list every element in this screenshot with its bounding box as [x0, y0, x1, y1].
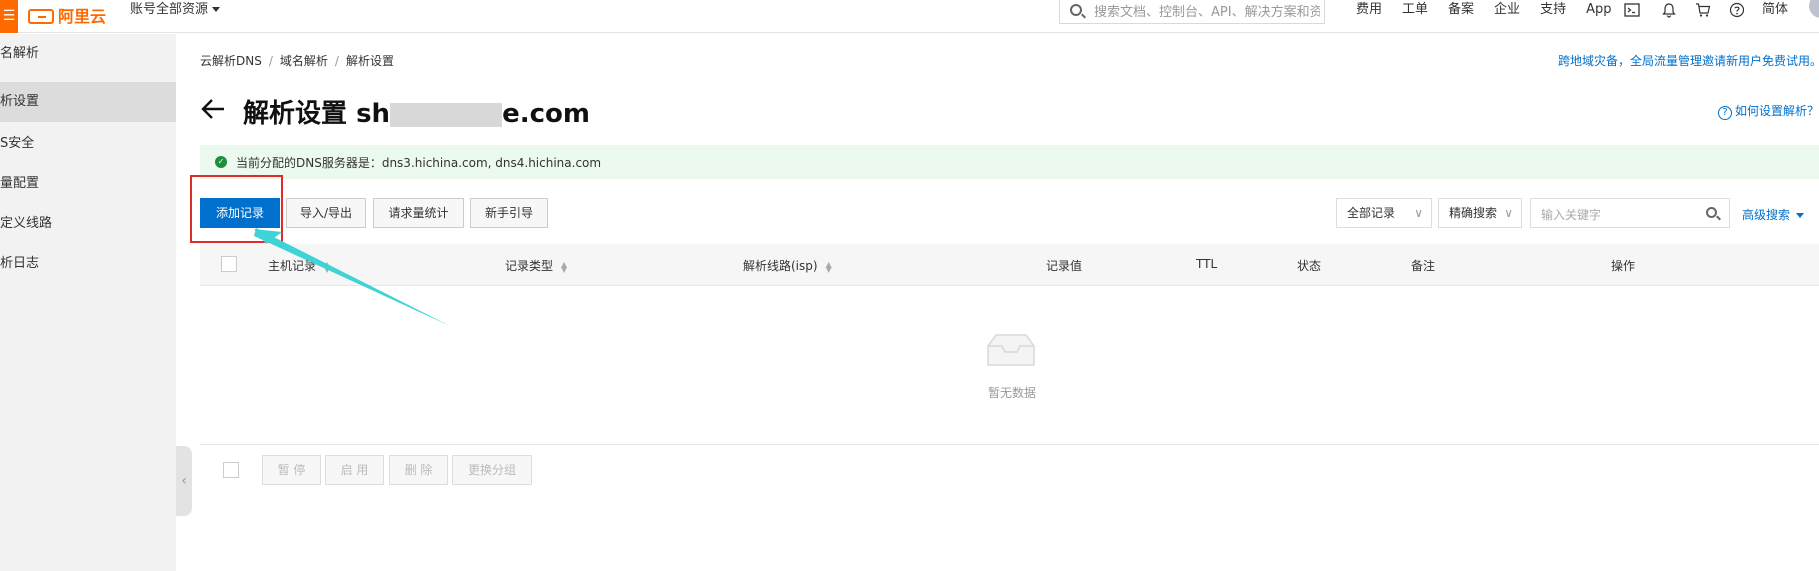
- breadcrumb-item: 解析设置: [345, 54, 394, 68]
- breadcrumb-separator: /: [334, 54, 339, 68]
- page-title: 解析设置 sh e.com: [243, 93, 590, 130]
- how-to-resolve-link[interactable]: ? 如何设置解析？: [1718, 102, 1819, 120]
- sidebar-item-label: 析设置: [0, 94, 40, 109]
- advanced-search-label: 高级搜索: [1742, 208, 1791, 222]
- divider: [200, 444, 1819, 445]
- help-icon[interactable]: [1729, 2, 1745, 18]
- sidebar-item-dns-security[interactable]: S安全: [0, 124, 176, 164]
- sidebar-item-label: S安全: [0, 136, 35, 151]
- pause-button[interactable]: 暂 停: [262, 455, 321, 485]
- bulk-select-checkbox[interactable]: [223, 462, 239, 478]
- nav-billing[interactable]: 费用: [1356, 0, 1382, 20]
- terminal-icon[interactable]: [1624, 2, 1640, 18]
- sidebar: 名解析 析设置 S安全 量配置 定义线路 析日志: [0, 34, 176, 571]
- account-resource-selector[interactable]: 账号全部资源: [130, 0, 221, 20]
- logo-mark-icon: [28, 9, 54, 24]
- notice-text: 当前分配的DNS服务器是：dns3.hichina.com, dns4.hich…: [236, 156, 602, 170]
- empty-inbox-icon: [987, 334, 1035, 366]
- change-group-button[interactable]: 更换分组: [452, 455, 532, 485]
- domain-start: sh: [356, 99, 391, 129]
- beginner-guide-button[interactable]: 新手引导: [470, 198, 548, 228]
- advanced-search-link[interactable]: 高级搜索: [1742, 206, 1805, 223]
- select-value: 精确搜索: [1449, 206, 1498, 220]
- sidebar-item-label: 量配置: [0, 176, 40, 191]
- breadcrumb-item[interactable]: 域名解析: [280, 54, 328, 68]
- breadcrumb-separator: /: [268, 54, 273, 68]
- search-mode-select[interactable]: 精确搜索 ∨: [1438, 198, 1522, 228]
- column-label: 记录类型: [505, 259, 554, 273]
- aliyun-logo[interactable]: 阿里云: [28, 0, 106, 33]
- nav-ticket[interactable]: 工单: [1402, 0, 1428, 20]
- column-actions: 操作: [1611, 259, 1636, 273]
- column-line[interactable]: 解析线路(isp) ▲ ▼: [743, 257, 832, 274]
- sidebar-item-label: 定义线路: [0, 216, 53, 231]
- column-type[interactable]: 记录类型 ▲ ▼: [505, 257, 567, 274]
- breadcrumb: 云解析DNS / 域名解析 / 解析设置: [200, 52, 394, 69]
- sort-icon[interactable]: ▲ ▼: [826, 260, 832, 273]
- sidebar-item-domain-resolve[interactable]: 名解析: [0, 34, 176, 74]
- keyword-placeholder: 输入关键字: [1541, 208, 1602, 222]
- sidebar-item-traffic-config[interactable]: 量配置: [0, 164, 176, 204]
- request-stats-button[interactable]: 请求量统计: [373, 198, 464, 228]
- nav-icp[interactable]: 备案: [1448, 0, 1474, 20]
- select-all-checkbox[interactable]: [221, 256, 237, 272]
- select-value: 全部记录: [1347, 206, 1396, 220]
- bell-icon[interactable]: [1661, 2, 1677, 18]
- import-export-button[interactable]: 导入/导出: [286, 198, 366, 228]
- dns-server-notice: ✓ 当前分配的DNS服务器是：dns3.hichina.com, dns4.hi…: [200, 145, 1819, 179]
- search-icon: [1070, 4, 1082, 16]
- global-search-input[interactable]: 搜索文档、控制台、API、解决方案和资: [1059, 0, 1325, 24]
- question-icon: ?: [1718, 106, 1732, 120]
- breadcrumb-item[interactable]: 云解析DNS: [200, 54, 262, 68]
- account-label: 账号全部资源: [130, 2, 209, 17]
- enable-button[interactable]: 启 用: [325, 455, 384, 485]
- domain-end: e.com: [502, 99, 590, 129]
- avatar[interactable]: [1809, 0, 1819, 18]
- sidebar-item-label: 析日志: [0, 256, 40, 271]
- highlight-annotation: [190, 175, 283, 243]
- chevron-down-icon: ∨: [1504, 206, 1513, 220]
- help-link-label: 如何设置解析？: [1735, 104, 1819, 118]
- logo-text: 阿里云: [58, 7, 107, 26]
- empty-state-text: 暂无数据: [988, 386, 1037, 400]
- sidebar-item-custom-line[interactable]: 定义线路: [0, 204, 176, 244]
- success-check-icon: ✓: [215, 156, 227, 168]
- promo-link[interactable]: 跨地域灾备，全局流量管理邀请新用户免费试用。: [1558, 52, 1819, 69]
- top-nav: 费用 工单 备案 企业 支持 App: [1356, 0, 1631, 20]
- nav-app[interactable]: App: [1586, 0, 1611, 20]
- back-arrow-icon[interactable]: [200, 96, 226, 122]
- sidebar-item-label: 名解析: [0, 46, 40, 61]
- search-icon[interactable]: [1706, 207, 1717, 218]
- keyword-search-input[interactable]: 输入关键字: [1530, 198, 1730, 228]
- table-header: 主机记录 ▲ ▼ 记录类型 ▲ ▼ 解析线路(isp) ▲ ▼ 记录值 TTL 状态 备注 …: [200, 244, 1819, 286]
- column-label: 主机记录: [268, 259, 317, 273]
- column-value: 记录值: [1046, 259, 1083, 273]
- column-remark: 备注: [1411, 259, 1436, 273]
- top-bar: ☰ 阿里云 账号全部资源 搜索文档、控制台、API、解决方案和资 费用 工单 备…: [0, 0, 1819, 33]
- chevron-down-icon: ∨: [1414, 206, 1423, 220]
- caret-down-icon: [1796, 213, 1805, 218]
- search-placeholder: 搜索文档、控制台、API、解决方案和资: [1094, 5, 1320, 20]
- column-status: 状态: [1297, 259, 1322, 273]
- sidebar-collapse-handle[interactable]: ‹: [176, 446, 192, 516]
- page-title-label: 解析设置: [243, 99, 348, 129]
- record-filter-select[interactable]: 全部记录 ∨: [1336, 198, 1432, 228]
- sidebar-item-resolve-log[interactable]: 析日志: [0, 244, 176, 284]
- redaction-mask: [390, 102, 503, 127]
- cart-icon[interactable]: [1695, 2, 1711, 18]
- column-host[interactable]: 主机记录 ▲ ▼: [268, 257, 330, 274]
- column-ttl: TTL: [1196, 257, 1218, 271]
- caret-down-icon: [212, 7, 221, 12]
- language-switch[interactable]: 简体: [1762, 0, 1788, 20]
- delete-button[interactable]: 删 除: [389, 455, 448, 485]
- menu-icon[interactable]: ☰: [0, 0, 18, 33]
- sidebar-item-resolve-settings[interactable]: 析设置: [0, 82, 176, 122]
- nav-support[interactable]: 支持: [1540, 0, 1566, 20]
- sort-icon[interactable]: ▲ ▼: [324, 260, 330, 273]
- nav-enterprise[interactable]: 企业: [1494, 0, 1520, 20]
- column-label: 解析线路(isp): [743, 259, 818, 273]
- sort-icon[interactable]: ▲ ▼: [561, 260, 567, 273]
